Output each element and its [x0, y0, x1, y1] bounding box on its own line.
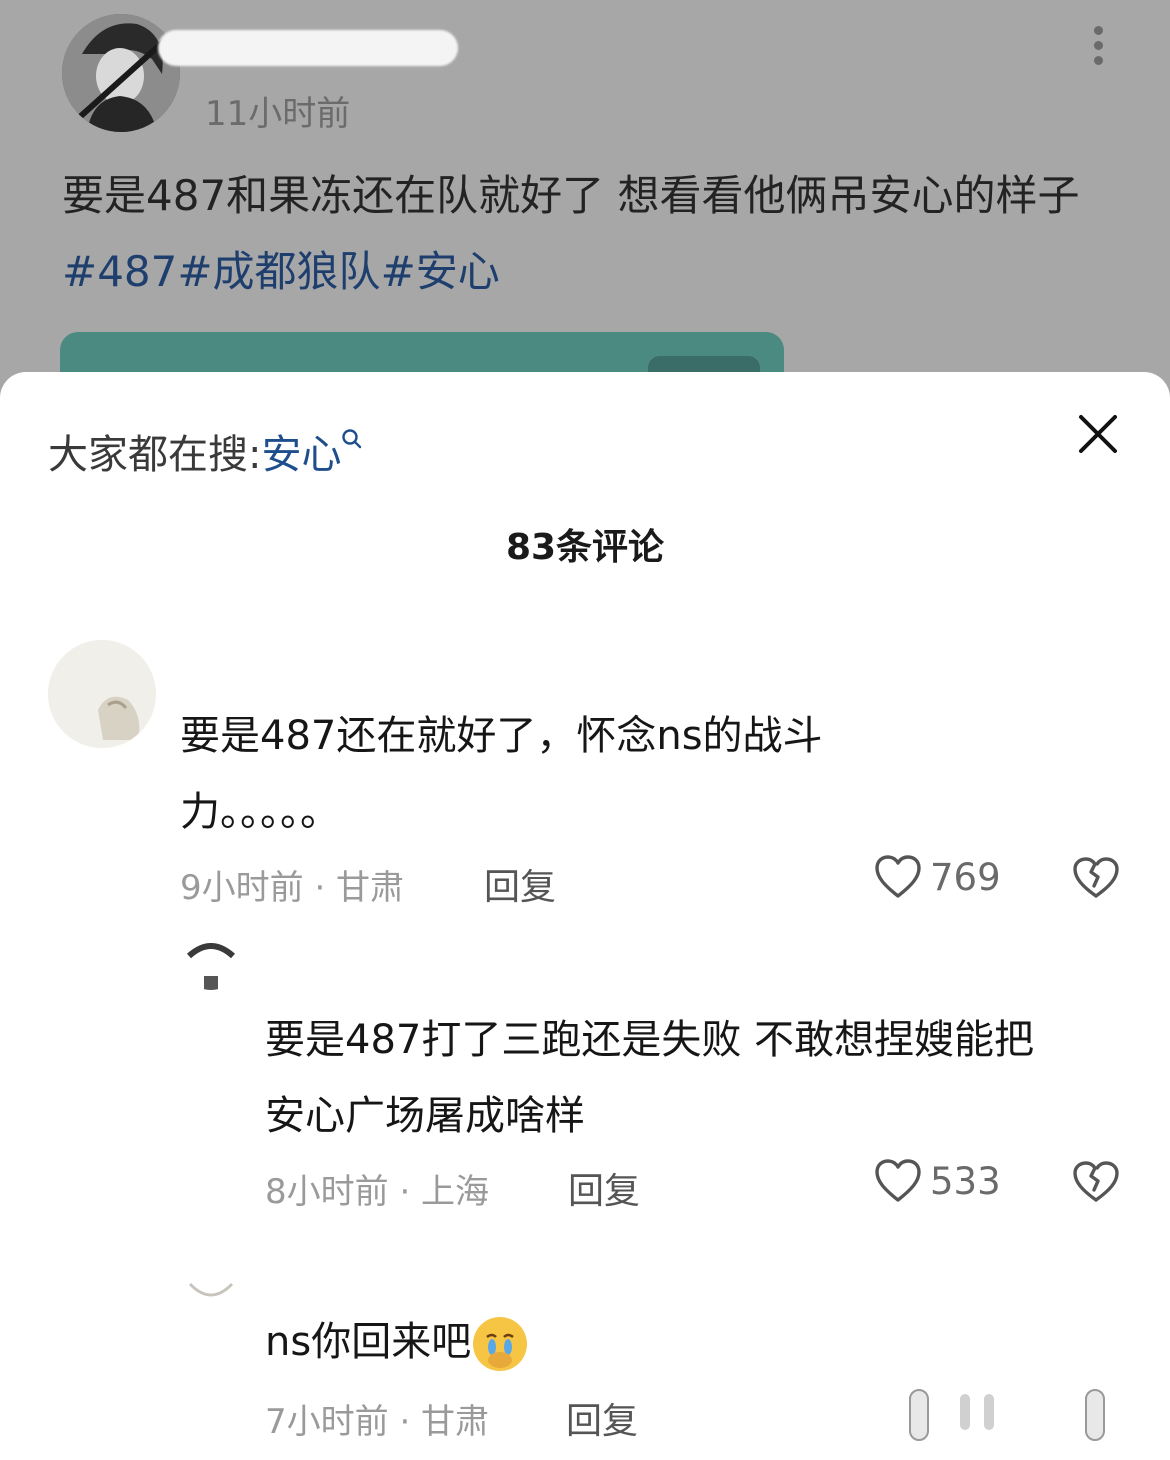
- comment-meta: 8小时前 · 上海: [265, 1172, 490, 1212]
- crying-face-emoji-icon: [473, 1317, 528, 1371]
- comment-text-line: 力。。。。。: [180, 789, 340, 835]
- search-suggestion[interactable]: 大家都在搜:安心: [48, 422, 363, 480]
- reply-button[interactable]: 回复: [566, 1392, 638, 1444]
- search-suggestion-keyword[interactable]: 安心: [261, 432, 341, 478]
- reply-avatar[interactable]: [184, 1250, 238, 1304]
- like-button[interactable]: 769: [874, 854, 1001, 900]
- comment-avatar[interactable]: [48, 640, 156, 748]
- comment-count: 83条评论: [505, 527, 665, 568]
- broken-heart-icon[interactable]: [1072, 1160, 1120, 1204]
- post-author-avatar[interactable]: [62, 14, 180, 132]
- heart-icon: [875, 855, 921, 898]
- hashtag-anxin[interactable]: #安心: [381, 247, 500, 296]
- close-icon[interactable]: [1076, 412, 1120, 456]
- post-text: 要是487和果冻还在队就好了 想看看他俩吊安心的样子 #487#成都狼队#安心: [62, 158, 1122, 310]
- heart-icon: [875, 1159, 921, 1202]
- post: 11小时前 要是487和果冻还在队就好了 想看看他俩吊安心的样子 #487#成都狼…: [0, 0, 1170, 452]
- reply-button[interactable]: 回复: [484, 858, 556, 910]
- comment-text: 要是487打了三跑还是失败 不敢想捏嫂能把 安心广场屠成啥样: [265, 1002, 1125, 1154]
- comment-text-line: 要是487还在就好了，怀念ns的战斗: [180, 713, 823, 759]
- more-vertical-icon[interactable]: [1088, 26, 1108, 70]
- like-button[interactable]: 533: [874, 1158, 1001, 1204]
- comment-meta: 9小时前 · 甘肃: [180, 868, 405, 908]
- reply-button[interactable]: 回复: [568, 1162, 640, 1214]
- comment-meta: 7小时前 · 甘肃: [265, 1402, 490, 1442]
- comment-text: 要是487还在就好了，怀念ns的战斗 力。。。。。: [180, 698, 1080, 850]
- comment-text-line: 要是487打了三跑还是失败 不敢想捏嫂能把: [265, 1017, 1035, 1063]
- hashtag-chengdu-wolves[interactable]: #成都狼队: [177, 247, 380, 296]
- comments-sheet: 大家都在搜:安心 83条评论 要是487还在就好了，怀念ns的战斗 力。。。。。…: [0, 372, 1170, 1460]
- broken-heart-icon[interactable]: [1072, 856, 1120, 900]
- post-author-name-redacted: [158, 30, 458, 66]
- hashtag-487[interactable]: #487: [62, 247, 177, 296]
- post-time: 11小时前: [205, 94, 351, 134]
- comment-text-line: ns你回来吧: [265, 1319, 472, 1365]
- bottom-bars-icon: [909, 1389, 1105, 1441]
- like-count: 769: [930, 855, 1001, 899]
- reply-avatar[interactable]: [184, 936, 238, 990]
- search-suggestion-prefix: 大家都在搜:: [48, 432, 262, 478]
- search-icon: [342, 429, 362, 449]
- post-body: 要是487和果冻还在队就好了 想看看他俩吊安心的样子: [62, 171, 1080, 220]
- comment-text: ns你回来吧: [265, 1304, 1125, 1380]
- comment-text-line: 安心广场屠成啥样: [265, 1093, 585, 1139]
- like-count: 533: [930, 1159, 1001, 1203]
